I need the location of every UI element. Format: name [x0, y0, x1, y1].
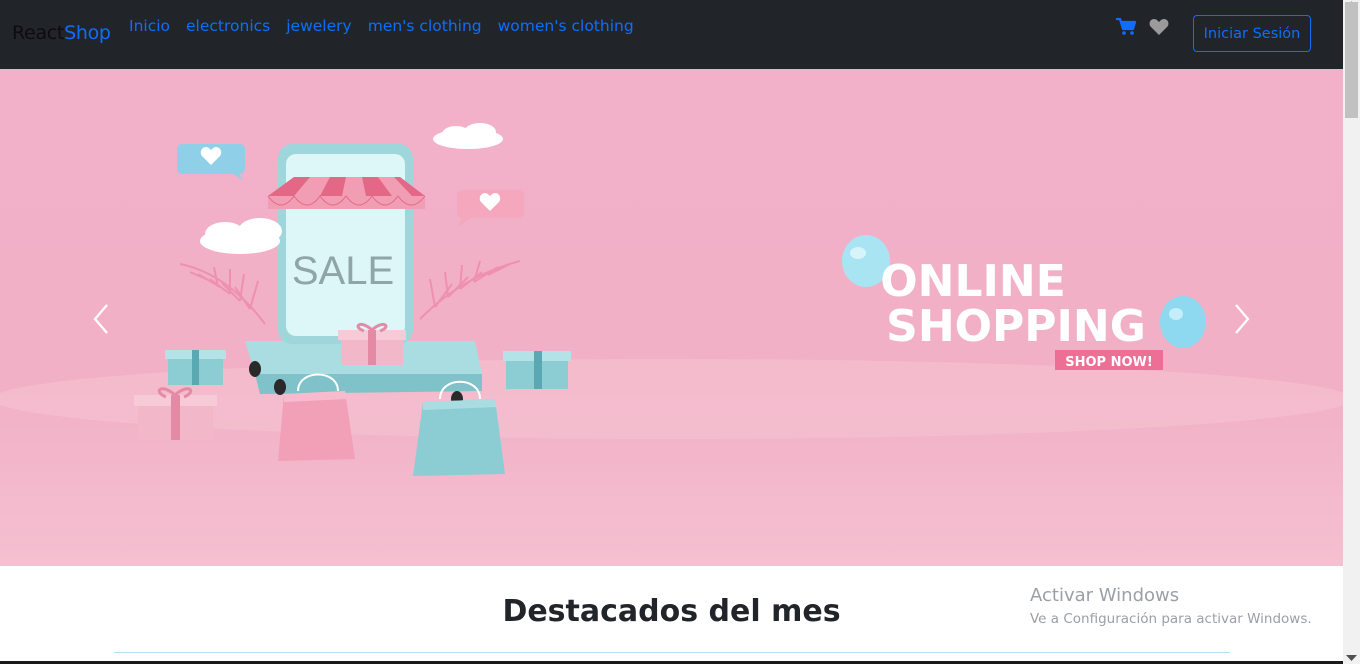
navbar: ReactShop Inicio electronics jewelery me… [0, 0, 1343, 69]
nav-links: Inicio electronics jewelery men's clothi… [129, 17, 650, 35]
brand-logo[interactable]: ReactShop [12, 22, 111, 44]
scroll-down-arrow-icon[interactable] [1346, 655, 1357, 661]
activation-watermark-subtitle: Ve a Configuración para activar Windows. [1030, 611, 1312, 627]
carousel-next-chevron-right-icon[interactable] [1230, 301, 1254, 337]
heart-icon[interactable] [1149, 18, 1169, 36]
nav-link-electronics[interactable]: electronics [186, 17, 270, 35]
login-button[interactable]: Iniciar Sesión [1193, 15, 1311, 52]
nav-link-inicio[interactable]: Inicio [129, 17, 170, 35]
nav-link-mens-clothing[interactable]: men's clothing [368, 17, 482, 35]
brand-text-react: React [12, 22, 65, 44]
hero-line-shopping: SHOPPING [886, 301, 1146, 352]
nav-link-womens-clothing[interactable]: women's clothing [498, 17, 634, 35]
hero-line-online: ONLINE [880, 256, 1066, 307]
hero-banner-illustration: SALE ONLINE SHOPPING SHOP NOW! [0, 123, 1343, 476]
activation-watermark-title: Activar Windows [1030, 585, 1180, 606]
nav-link-jewelery[interactable]: jewelery [286, 17, 351, 35]
brand-text-shop: Shop [64, 22, 111, 44]
shop-now-badge: SHOP NOW! [1065, 355, 1153, 370]
cart-icon[interactable] [1116, 18, 1136, 36]
carousel-prev-chevron-left-icon[interactable] [89, 301, 113, 337]
hero-carousel: SALE ONLINE SHOPPING SHOP NOW! [0, 69, 1343, 566]
page-scrollbar[interactable] [1343, 0, 1360, 664]
sale-text: SALE [292, 249, 394, 293]
section-divider [114, 652, 1230, 653]
scrollbar-thumb[interactable] [1345, 2, 1358, 118]
